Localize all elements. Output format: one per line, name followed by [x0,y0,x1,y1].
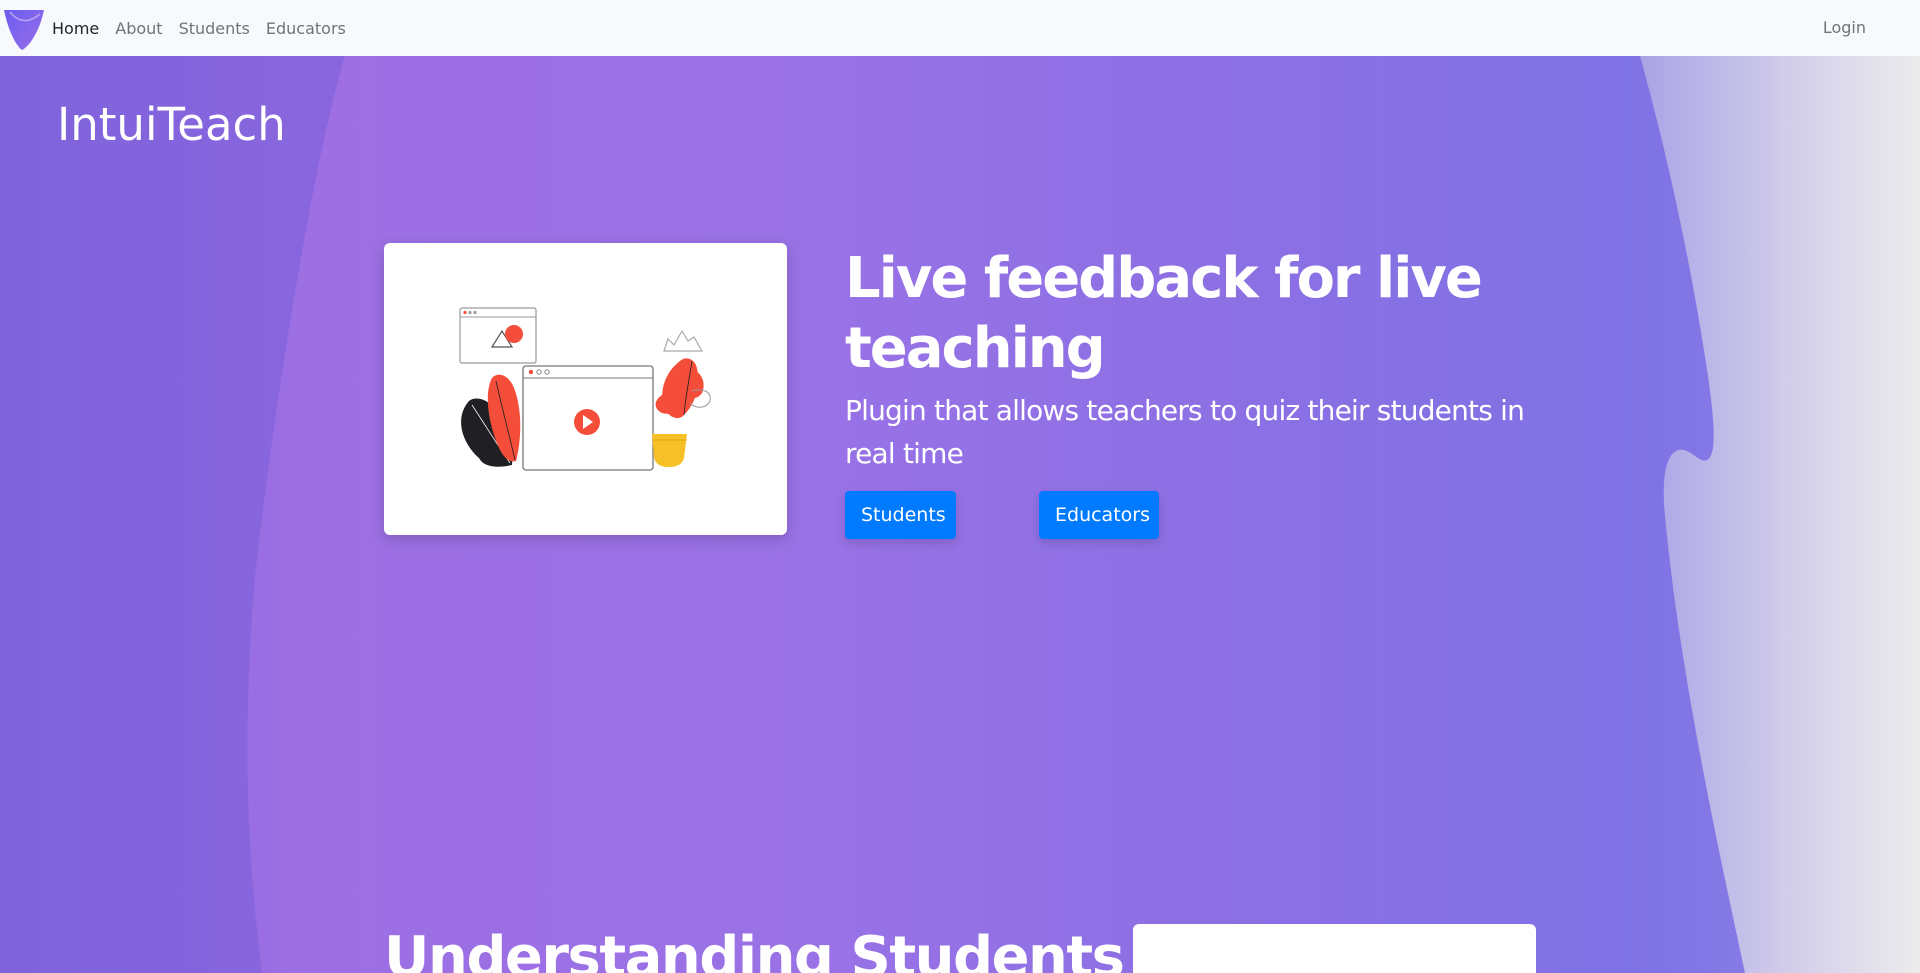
nav-link-home[interactable]: Home [52,19,99,38]
students-button[interactable]: Students [845,491,956,539]
video-illustration [459,307,711,471]
section-card [1133,924,1536,973]
site-title[interactable]: IntuiTeach [57,98,286,151]
play-icon [574,409,600,435]
small-window-illustration [459,307,537,364]
educators-button[interactable]: Educators [1039,491,1159,539]
hero-subheading: Plugin that allows teachers to quiz thei… [845,394,1525,470]
navbar: Home About Students Educators Login [0,0,1920,56]
hero-section [0,56,1920,973]
nav-link-educators[interactable]: Educators [266,19,346,38]
login-link[interactable]: Login [1823,18,1866,37]
understanding-students-heading: Understanding Students [384,925,1125,973]
hero-heading: Live feedback for live teaching [845,246,1483,381]
brand-logo-icon[interactable] [4,8,44,50]
video-window-illustration [522,365,654,471]
nav-link-about[interactable]: About [115,19,162,38]
hero-illustration-card [384,243,787,535]
nav-links: Home About Students Educators [52,0,362,56]
hero-background-waves [0,56,1920,973]
nav-link-students[interactable]: Students [179,19,250,38]
